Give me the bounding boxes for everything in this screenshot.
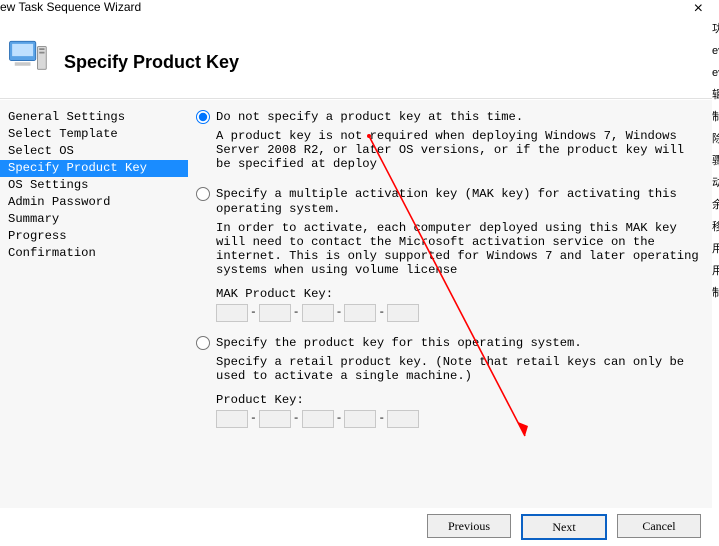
retail-key-field-label: Product Key: (216, 393, 704, 407)
retail-seg-3[interactable] (302, 410, 334, 428)
mak-seg-5[interactable] (387, 304, 419, 322)
titlebar: ew Task Sequence Wizard × (0, 0, 719, 18)
step-specify-product-key[interactable]: Specify Product Key (0, 160, 188, 177)
mak-seg-4[interactable] (344, 304, 376, 322)
content-pane: Do not specify a product key at this tim… (188, 100, 712, 508)
page-title: Specify Product Key (64, 52, 239, 73)
mak-seg-3[interactable] (302, 304, 334, 322)
step-confirmation[interactable]: Confirmation (0, 245, 188, 262)
option-no-key[interactable]: Do not specify a product key at this tim… (196, 110, 704, 125)
radio-mak-key[interactable] (196, 187, 210, 201)
step-admin-password[interactable]: Admin Password (0, 194, 188, 211)
step-select-template[interactable]: Select Template (0, 126, 188, 143)
retail-seg-5[interactable] (387, 410, 419, 428)
option-mak-key-label: Specify a multiple activation key (MAK k… (216, 187, 704, 217)
step-os-settings[interactable]: OS Settings (0, 177, 188, 194)
retail-seg-1[interactable] (216, 410, 248, 428)
mak-seg-2[interactable] (259, 304, 291, 322)
mak-key-input: - - - - (216, 304, 704, 322)
radio-retail-key[interactable] (196, 336, 210, 350)
step-summary[interactable]: Summary (0, 211, 188, 228)
wizard-window: ew Task Sequence Wizard × Specify Produc… (0, 0, 719, 546)
option-no-key-label: Do not specify a product key at this tim… (216, 110, 523, 125)
header: Specify Product Key (0, 18, 719, 92)
retail-key-input: - - - - (216, 410, 704, 428)
previous-button[interactable]: Previous (427, 514, 511, 538)
computer-icon (6, 36, 48, 78)
step-select-os[interactable]: Select OS (0, 143, 188, 160)
mak-seg-1[interactable] (216, 304, 248, 322)
retail-seg-2[interactable] (259, 410, 291, 428)
next-button[interactable]: Next (521, 514, 607, 540)
footer-buttons: Previous Next Cancel (427, 514, 701, 540)
option-retail-key-label: Specify the product key for this operati… (216, 336, 582, 351)
option-no-key-desc: A product key is not required when deplo… (216, 129, 704, 171)
retail-seg-4[interactable] (344, 410, 376, 428)
step-general-settings[interactable]: General Settings (0, 109, 188, 126)
option-retail-key-desc: Specify a retail product key. (Note that… (216, 355, 704, 383)
mak-key-field-label: MAK Product Key: (216, 287, 704, 301)
window-title: ew Task Sequence Wizard (0, 0, 141, 14)
radio-no-key[interactable] (196, 110, 210, 124)
body: General Settings Select Template Select … (0, 100, 712, 508)
divider (0, 98, 712, 99)
option-mak-key[interactable]: Specify a multiple activation key (MAK k… (196, 187, 704, 217)
close-icon[interactable]: × (694, 0, 703, 18)
option-retail-key[interactable]: Specify the product key for this operati… (196, 336, 704, 351)
right-strip: 功 ev ev 辑 制 除 骤 动 余 移 用 用 制 (712, 18, 719, 546)
option-mak-key-desc: In order to activate, each computer depl… (216, 221, 704, 277)
cancel-button[interactable]: Cancel (617, 514, 701, 538)
step-progress[interactable]: Progress (0, 228, 188, 245)
wizard-steps-sidebar: General Settings Select Template Select … (0, 100, 188, 508)
